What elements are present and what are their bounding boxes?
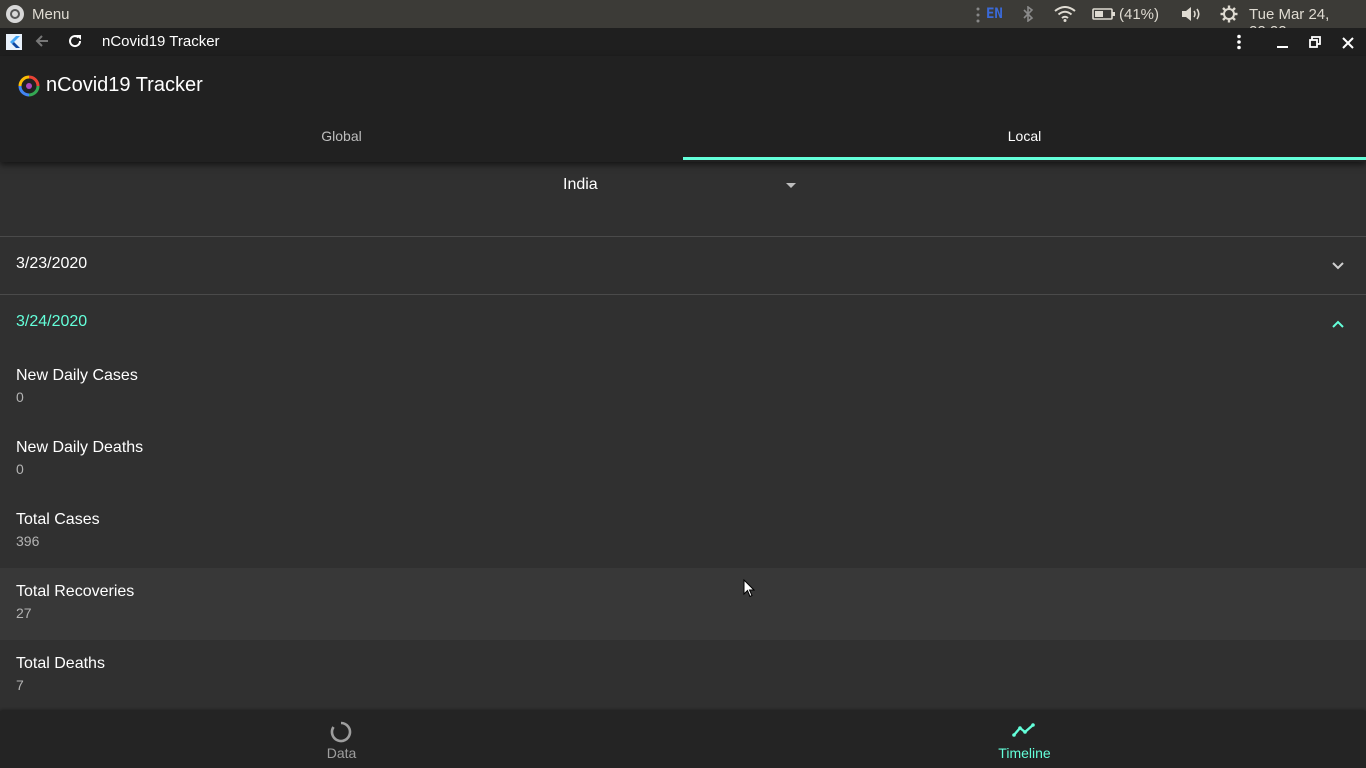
nav-item-timeline[interactable]: Timeline xyxy=(683,711,1366,768)
close-window-icon[interactable] xyxy=(1342,36,1354,53)
more-options-icon[interactable] xyxy=(1236,34,1242,54)
stat-total-recoveries[interactable]: Total Recoveries 27 xyxy=(0,568,1366,640)
country-dropdown[interactable]: India xyxy=(563,174,803,198)
back-icon[interactable] xyxy=(34,33,50,53)
timeline-date: 3/24/2020 xyxy=(16,313,88,330)
timeline-icon xyxy=(1012,723,1036,742)
tab-local[interactable]: Local xyxy=(683,114,1366,162)
stat-new-daily-cases[interactable]: New Daily Cases 0 xyxy=(0,352,1366,424)
mouse-pointer-icon xyxy=(743,578,756,603)
timeline-date-row[interactable]: 3/23/2020 xyxy=(0,236,1366,294)
maximize-icon[interactable] xyxy=(1309,35,1321,52)
stat-value: 396 xyxy=(16,533,40,549)
timeline-date: 3/23/2020 xyxy=(16,255,88,272)
stat-label: New Daily Cases xyxy=(16,367,138,384)
stat-value: 0 xyxy=(16,389,24,405)
settings-gear-icon[interactable] xyxy=(1220,5,1238,27)
stat-label: Total Cases xyxy=(16,511,100,528)
nav-label: Data xyxy=(326,745,357,761)
dropdown-arrow-icon xyxy=(786,183,796,188)
stat-value: 7 xyxy=(16,677,24,693)
stat-label: Total Recoveries xyxy=(16,583,135,600)
battery-percentage: (41%) xyxy=(1119,6,1160,23)
reload-icon[interactable] xyxy=(67,33,83,53)
os-logo-icon xyxy=(6,5,24,23)
stat-value: 0 xyxy=(16,461,24,477)
battery-icon[interactable] xyxy=(1092,7,1116,25)
system-menu-button[interactable]: Menu xyxy=(6,4,70,24)
tab-global[interactable]: Global xyxy=(0,114,683,162)
stat-label: Total Deaths xyxy=(16,655,105,672)
country-selector-row: India xyxy=(0,162,1366,208)
chevron-up-icon[interactable] xyxy=(1330,316,1346,337)
minimize-icon[interactable] xyxy=(1277,34,1289,54)
country-dropdown-value: India xyxy=(563,176,598,193)
stat-label: New Daily Deaths xyxy=(16,439,144,456)
system-tray: EN (41%) Tue Mar 24, 22:22 xyxy=(966,0,1366,40)
system-menu-label: Menu xyxy=(32,5,70,23)
tray-handle-icon xyxy=(976,7,980,27)
system-top-bar: Menu EN (41%) Tue Mar 24, 22:22 xyxy=(0,0,1366,40)
tab-bar: Global Local xyxy=(0,114,1366,162)
stat-total-deaths[interactable]: Total Deaths 7 xyxy=(0,640,1366,711)
nav-item-data[interactable]: Data xyxy=(0,711,683,768)
stat-value: 27 xyxy=(16,605,32,621)
volume-icon[interactable] xyxy=(1181,6,1203,26)
timeline-date-row-expanded[interactable]: 3/24/2020 xyxy=(0,294,1366,352)
chevron-down-icon[interactable] xyxy=(1330,258,1346,279)
window-title-bar: nCovid19 Tracker xyxy=(0,28,1366,56)
bottom-navigation: Data Timeline xyxy=(0,711,1366,768)
stat-total-cases[interactable]: Total Cases 396 xyxy=(0,496,1366,568)
app-logo-icon xyxy=(18,75,40,102)
wifi-icon[interactable] xyxy=(1054,6,1076,26)
bluetooth-icon[interactable] xyxy=(1022,5,1034,26)
keyboard-layout-indicator[interactable]: EN xyxy=(986,6,1003,22)
flutter-app-icon xyxy=(6,34,22,54)
stat-new-daily-deaths[interactable]: New Daily Deaths 0 xyxy=(0,424,1366,496)
active-tab-indicator xyxy=(683,157,1366,160)
window-title: nCovid19 Tracker xyxy=(102,33,220,50)
app-bar: nCovid19 Tracker Global Local xyxy=(0,56,1366,162)
timeline-list[interactable]: 3/22/2020 3/23/2020 3/24/2020 New Daily … xyxy=(0,162,1366,711)
nav-label: Timeline xyxy=(998,745,1051,761)
refresh-circle-icon xyxy=(330,721,352,748)
app-title: nCovid19 Tracker xyxy=(46,74,203,96)
